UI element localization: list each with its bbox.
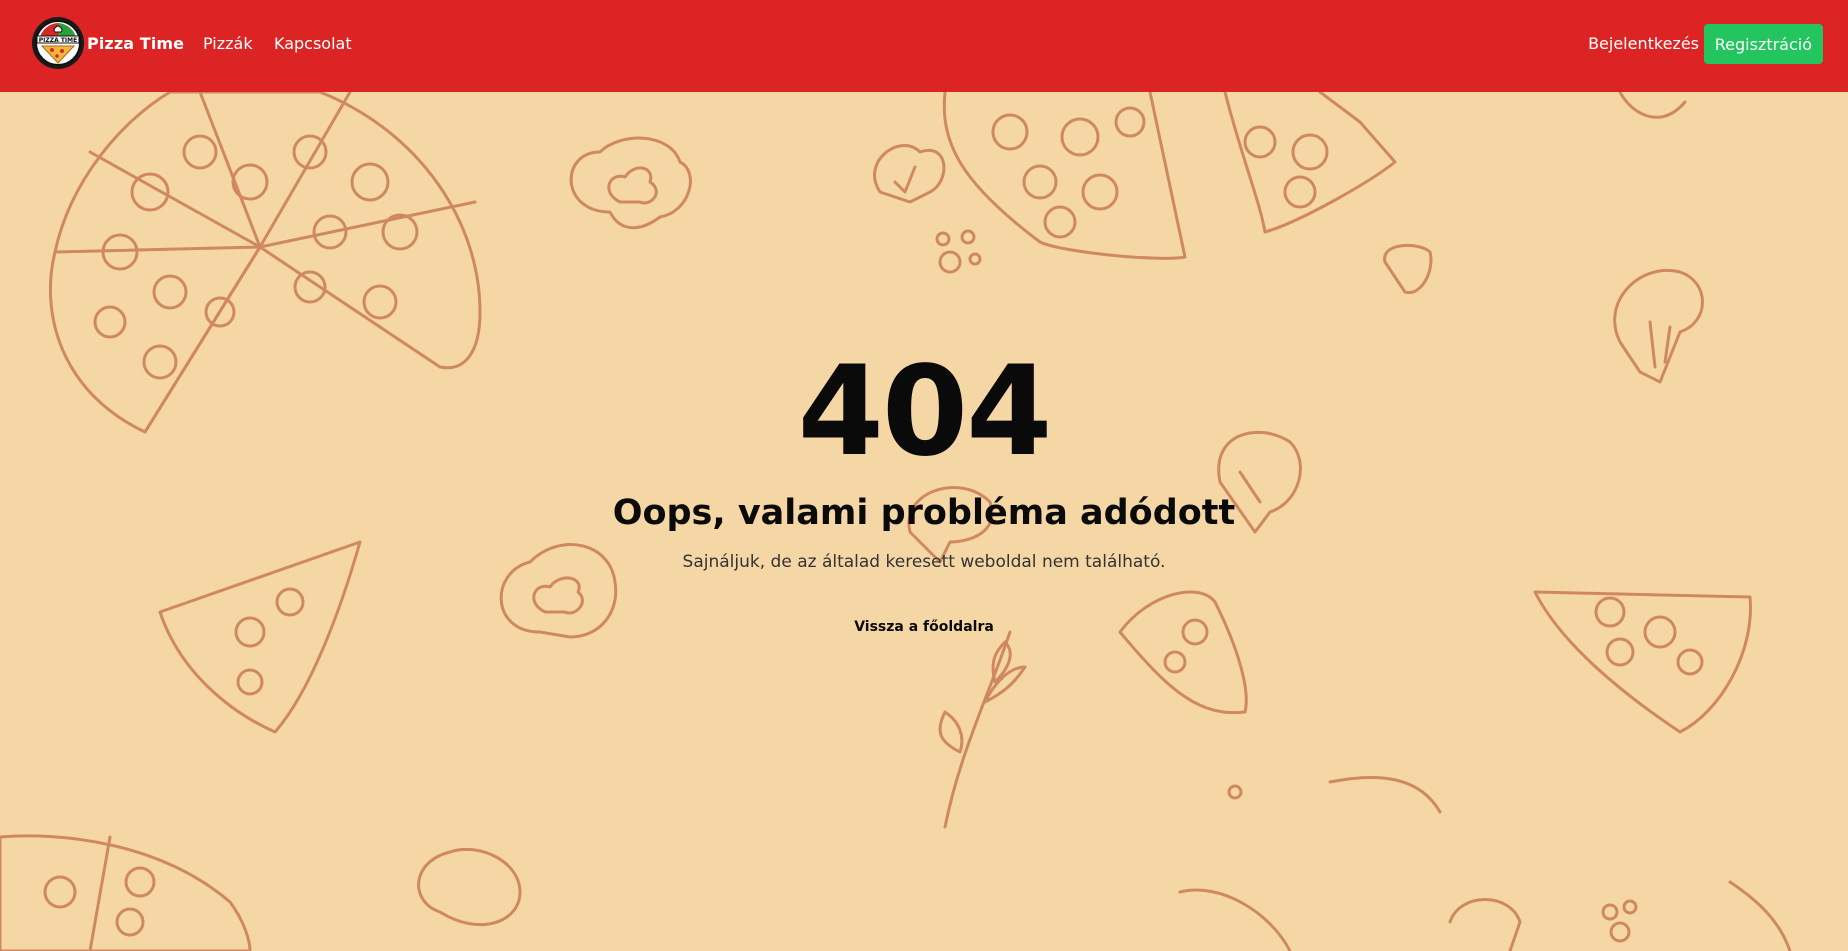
dots-doodle-icon	[1601, 899, 1638, 943]
leaf-doodle-icon	[1178, 888, 1292, 951]
dots-doodle-icon	[1227, 784, 1243, 800]
nav-link-contact[interactable]: Kapcsolat	[274, 34, 352, 53]
pepper-doodle-icon	[417, 847, 522, 927]
nav-link-pizzas[interactable]: Pizzák	[203, 34, 253, 53]
pizza-doodle-icon	[0, 834, 252, 951]
brand-home-link[interactable]: PIZZA TIME Pizza Time	[32, 17, 184, 69]
pizza-time-logo-icon: PIZZA TIME	[32, 17, 84, 69]
pepper-doodle-icon	[569, 136, 692, 230]
register-button[interactable]: Regisztráció	[1703, 24, 1823, 64]
back-home-link[interactable]: Vissza a főoldalra	[854, 619, 994, 635]
garlic-doodle-icon	[1383, 243, 1433, 295]
error-title: Oops, valami probléma adódott	[612, 493, 1236, 533]
pizza-slice-doodle-icon	[1533, 590, 1752, 734]
onion-doodle-icon	[1618, 92, 1687, 119]
mushroom-doodle-icon	[1448, 898, 1522, 951]
dots-doodle-icon	[935, 229, 982, 274]
chili-doodle-icon	[1728, 880, 1792, 951]
login-link[interactable]: Bejelentkezés	[1588, 34, 1699, 53]
logo-text: PIZZA TIME	[39, 37, 77, 44]
brand-name: Pizza Time	[87, 33, 185, 53]
basil-doodle-icon	[938, 630, 1027, 829]
back-home-link-wrapper: Vissza a főoldalra	[0, 619, 1848, 635]
error-code: 404	[797, 340, 1053, 484]
pizza-slice-doodle-icon	[1223, 92, 1397, 234]
mushroom-doodle-icon	[873, 144, 946, 204]
pizza-slice-doodle-icon	[942, 92, 1187, 260]
navbar: PIZZA TIME Pizza Time Pizzák Kapcsolat B…	[0, 0, 1848, 92]
chili-doodle-icon	[1328, 776, 1442, 814]
pizza-slice-doodle-icon	[1118, 590, 1248, 715]
error-subtitle: Sajnáljuk, de az általad keresett webold…	[682, 552, 1166, 572]
